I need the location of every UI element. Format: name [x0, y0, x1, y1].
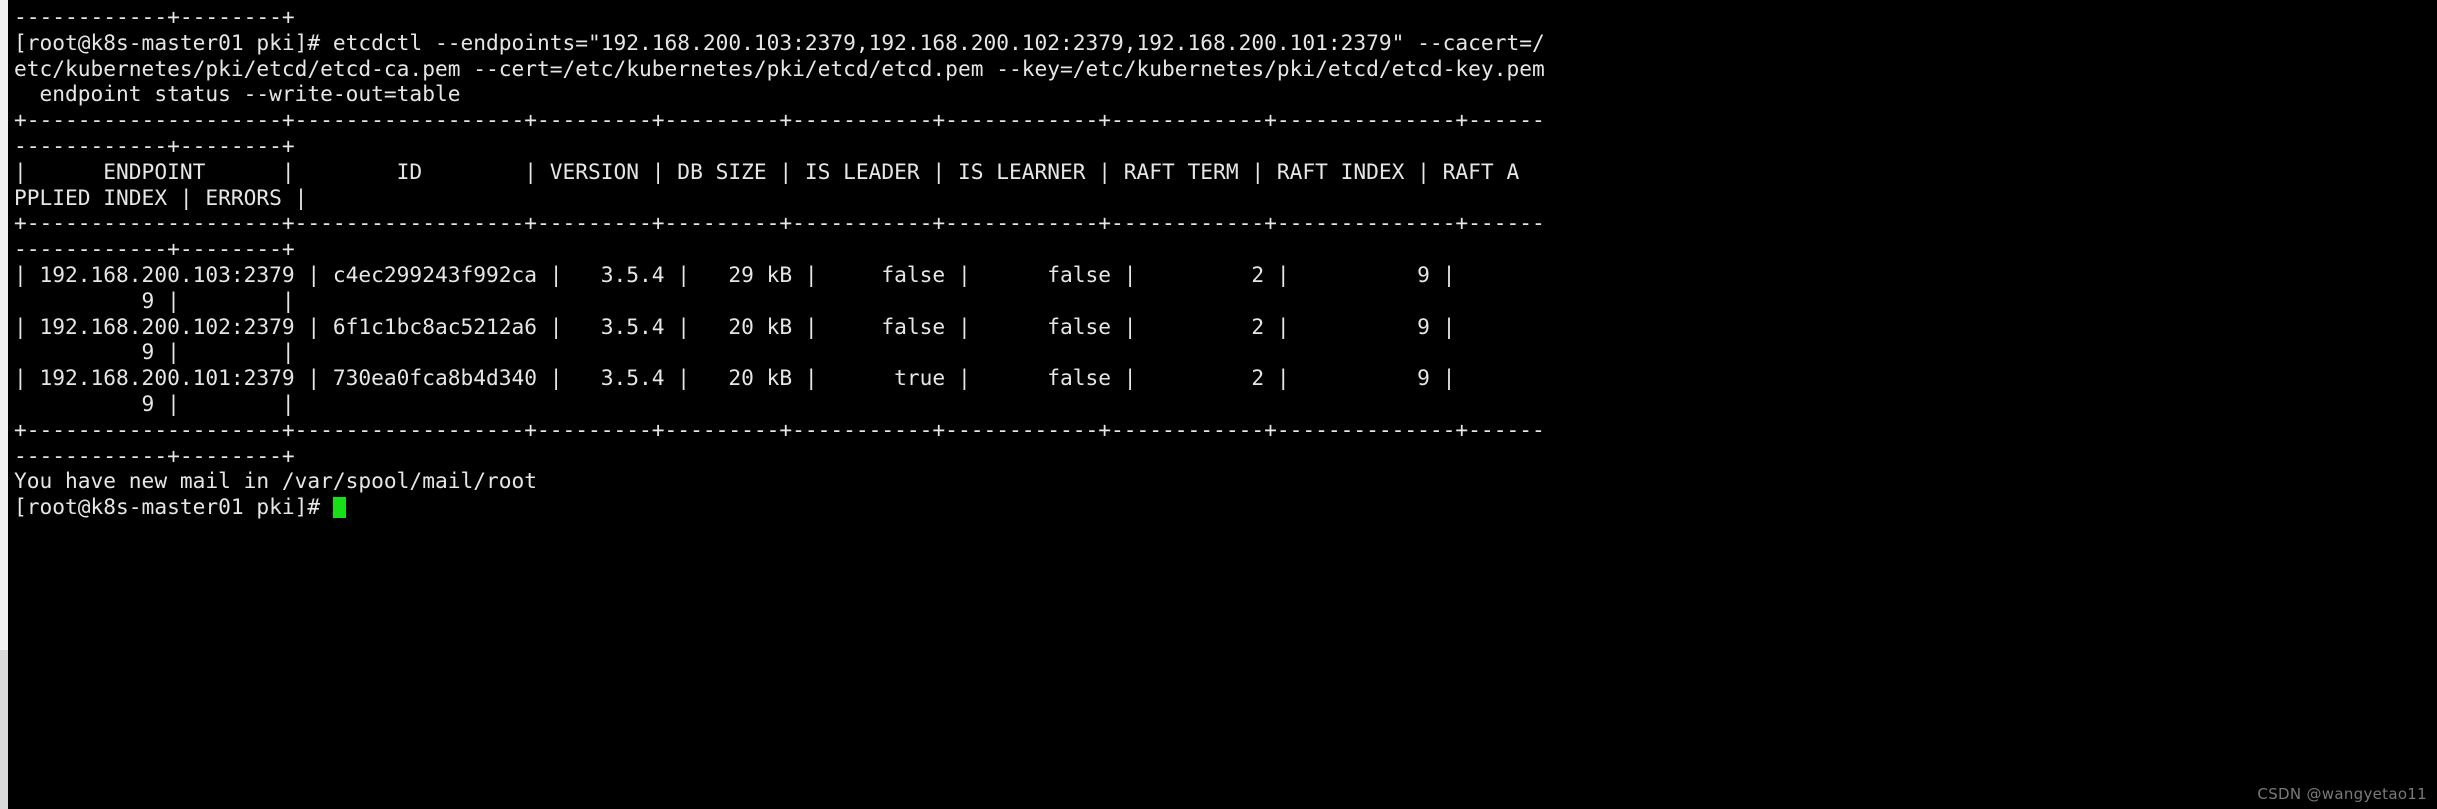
command-line-part3: endpoint status --write-out=table	[14, 81, 461, 107]
table-row-wrap: 9 | |	[14, 339, 295, 365]
table-bottom-border: +--------------------+------------------…	[14, 416, 1545, 442]
terminal-window[interactable]: ------------+--------+ [root@k8s-master0…	[0, 0, 2437, 809]
terminal-scrollbar[interactable]	[0, 0, 8, 809]
shell-prompt-line[interactable]: [root@k8s-master01 pki]#	[14, 494, 2437, 520]
block-cursor	[332, 497, 346, 519]
table-header-row: | ENDPOINT | ID | VERSION | DB SIZE | IS…	[14, 158, 1520, 184]
table-border-continuation-top: ------------+--------+	[14, 4, 295, 29]
scrollbar-thumb[interactable]	[0, 0, 8, 650]
table-top-border: +--------------------+------------------…	[14, 107, 1545, 133]
table-row: | 192.168.200.101:2379 | 730ea0fca8b4d34…	[14, 365, 1456, 391]
table-row-wrap: 9 | |	[14, 287, 295, 313]
table-bottom-border-wrap: ------------+--------+	[14, 442, 295, 468]
shell-prompt: [root@k8s-master01 pki]#	[14, 494, 333, 520]
table-row: | 192.168.200.102:2379 | 6f1c1bc8ac5212a…	[14, 313, 1456, 339]
table-header-row-wrap: PPLIED INDEX | ERRORS |	[14, 184, 308, 210]
command-line-part1: [root@k8s-master01 pki]# etcdctl --endpo…	[14, 29, 1545, 55]
mail-notice: You have new mail in /var/spool/mail/roo…	[14, 468, 537, 494]
table-header-separator: +--------------------+------------------…	[14, 210, 1545, 236]
table-header-separator-wrap: ------------+--------+	[14, 236, 295, 262]
terminal-output-area[interactable]: ------------+--------+ [root@k8s-master0…	[8, 0, 2437, 809]
table-row-wrap: 9 | |	[14, 390, 295, 416]
command-line-part2: etc/kubernetes/pki/etcd/etcd-ca.pem --ce…	[14, 55, 1545, 81]
table-row: | 192.168.200.103:2379 | c4ec299243f992c…	[14, 261, 1456, 287]
table-top-border-wrap: ------------+--------+	[14, 132, 295, 158]
csdn-watermark: CSDN @wangyetao11	[2257, 785, 2427, 803]
